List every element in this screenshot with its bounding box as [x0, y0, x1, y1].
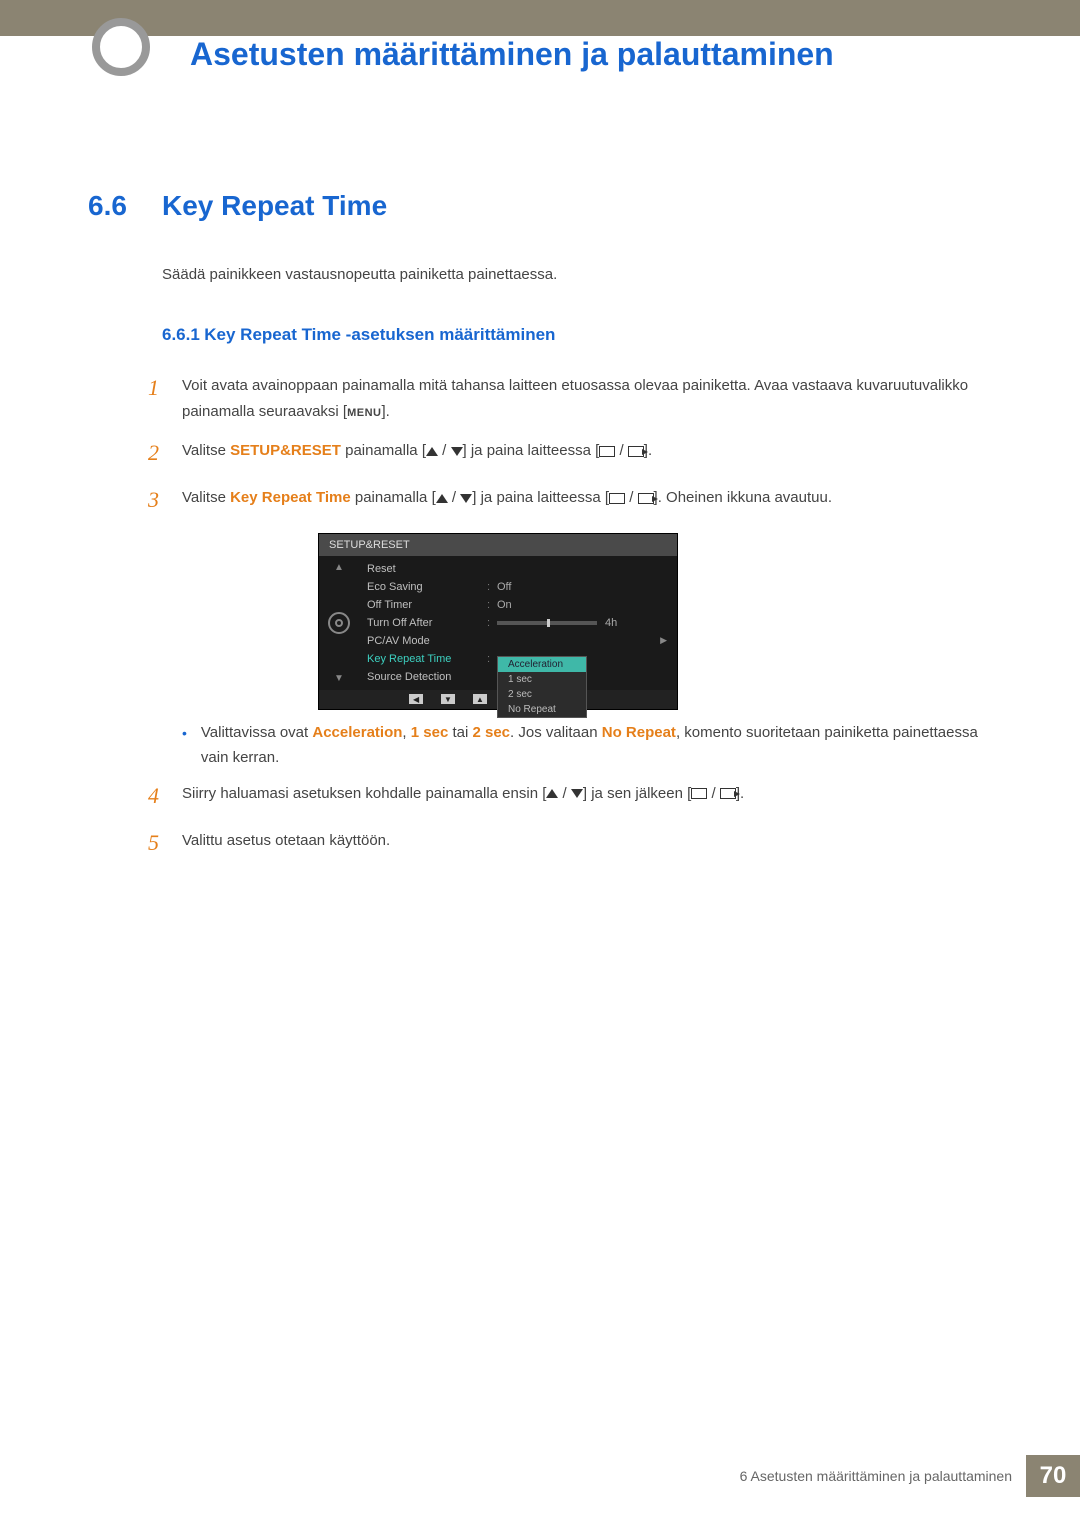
- osd-label: Turn Off After: [367, 617, 487, 629]
- osd-rows: Reset Eco Saving: Off Off Timer: On Turn…: [359, 556, 677, 690]
- osd-dd-acceleration: Acceleration: [498, 657, 586, 672]
- step-number: 4: [148, 777, 182, 814]
- menu-label: MENU: [347, 407, 381, 419]
- subsection-heading: 6.6.1 Key Repeat Time -asetuksen määritt…: [162, 325, 998, 345]
- chapter-badge: [92, 18, 150, 76]
- bullet-icon: •: [182, 722, 187, 746]
- step-text: ] ja paina laitteessa [: [463, 442, 600, 459]
- osd-label: Eco Saving: [367, 581, 487, 593]
- osd-label: Off Timer: [367, 599, 487, 611]
- bullet-note: • Valittavissa ovat Acceleration, 1 sec …: [182, 720, 998, 771]
- step-text: painamalla [: [341, 442, 426, 459]
- osd-side: ▲ ▼: [319, 556, 359, 690]
- chevron-right-icon: ▶: [657, 635, 667, 646]
- rect-icon: [609, 493, 625, 504]
- step-4: 4 Siirry haluamasi asetuksen kohdalle pa…: [148, 781, 998, 814]
- osd-label: Key Repeat Time: [367, 653, 487, 665]
- step-text: Valitse: [182, 442, 230, 459]
- step-number: 3: [148, 481, 182, 518]
- nav-left-icon: ◀: [409, 694, 423, 704]
- osd-value: Off: [497, 581, 667, 593]
- osd-label: Reset: [367, 563, 487, 575]
- slider-icon: [497, 621, 597, 625]
- step-text: ].: [381, 403, 389, 420]
- step-number: 2: [148, 434, 182, 471]
- nav-up-icon: ▲: [473, 694, 487, 704]
- triangle-up-icon: [546, 789, 558, 798]
- step-text: Valitse: [182, 489, 230, 506]
- footer-text: 6 Asetusten määrittäminen ja palauttamin…: [740, 1468, 1012, 1484]
- triangle-down-icon: [571, 789, 583, 798]
- step-text: Valittu asetus otetaan käyttöön.: [182, 828, 998, 854]
- page-title: Asetusten määrittäminen ja palauttaminen: [190, 36, 834, 73]
- rect-arrow-icon: [638, 493, 654, 504]
- osd-dd-1sec: 1 sec: [498, 672, 586, 687]
- osd-value: 4h: [497, 617, 667, 629]
- subsection-number: 6.6.1: [162, 325, 200, 344]
- section-number: 6.6: [88, 190, 162, 222]
- section-heading: 6.6 Key Repeat Time: [88, 190, 998, 222]
- step-2: 2 Valitse SETUP&RESET painamalla [ / ] j…: [148, 438, 998, 471]
- steps-list: 1 Voit avata avainoppaan painamalla mitä…: [148, 373, 998, 862]
- step-3: 3 Valitse Key Repeat Time painamalla [ /…: [148, 485, 998, 518]
- chevron-up-icon: ▲: [334, 562, 344, 573]
- keyword: 1 sec: [411, 724, 449, 741]
- gear-icon: [328, 612, 350, 634]
- intro-text: Säädä painikkeen vastausnopeutta painike…: [162, 266, 998, 283]
- rect-arrow-icon: [628, 446, 644, 457]
- footer: 6 Asetusten määrittäminen ja palauttamin…: [740, 1455, 1080, 1497]
- osd-dd-norepeat: No Repeat: [498, 702, 586, 717]
- content: 6.6 Key Repeat Time Säädä painikkeen vas…: [88, 190, 998, 876]
- step-number: 5: [148, 824, 182, 861]
- osd-row-offtimer: Off Timer: On: [359, 596, 677, 614]
- osd-label: Source Detection: [367, 671, 487, 683]
- step-text: ] ja sen jälkeen [: [583, 785, 691, 802]
- bullet-text: tai: [448, 724, 472, 741]
- chevron-down-icon: ▼: [334, 673, 344, 684]
- subsection-title: Key Repeat Time -asetuksen määrittäminen: [204, 325, 555, 344]
- bullet-text: . Jos valitaan: [510, 724, 602, 741]
- osd-label: PC/AV Mode: [367, 635, 487, 647]
- rect-arrow-icon: [720, 788, 736, 799]
- step-text: ]. Oheinen ikkuna avautuu.: [654, 489, 832, 506]
- osd-value: On: [497, 599, 667, 611]
- step-text: Siirry haluamasi asetuksen kohdalle pain…: [182, 785, 546, 802]
- bullet-text: ,: [402, 724, 410, 741]
- top-bar: [0, 0, 1080, 36]
- keyword: No Repeat: [602, 724, 676, 741]
- triangle-down-icon: [451, 447, 463, 456]
- rect-icon: [599, 446, 615, 457]
- keyword: Acceleration: [312, 724, 402, 741]
- osd-dropdown: Acceleration 1 sec 2 sec No Repeat: [497, 656, 587, 718]
- step-5: 5 Valittu asetus otetaan käyttöön.: [148, 828, 998, 861]
- osd-row-turnoff: Turn Off After: 4h: [359, 614, 677, 632]
- section-title: Key Repeat Time: [162, 190, 387, 222]
- triangle-up-icon: [426, 447, 438, 456]
- osd-row-reset: Reset: [359, 560, 677, 578]
- step-text: painamalla [: [351, 489, 436, 506]
- step-text: Voit avata avainoppaan painamalla mitä t…: [182, 377, 968, 420]
- triangle-up-icon: [436, 494, 448, 503]
- osd-dd-2sec: 2 sec: [498, 687, 586, 702]
- page-number: 70: [1026, 1455, 1080, 1497]
- osd-row-pcav: PC/AV Mode ▶: [359, 632, 677, 650]
- nav-down-icon: ▼: [441, 694, 455, 704]
- osd-header: SETUP&RESET: [319, 534, 677, 556]
- step-text: ] ja paina laitteessa [: [472, 489, 609, 506]
- rect-icon: [691, 788, 707, 799]
- keyword: 2 sec: [472, 724, 510, 741]
- bullet-text: Valittavissa ovat: [201, 724, 312, 741]
- osd-slider-value: 4h: [605, 617, 617, 629]
- step-1: 1 Voit avata avainoppaan painamalla mitä…: [148, 373, 998, 424]
- keyword: SETUP&RESET: [230, 442, 341, 459]
- osd-row-eco: Eco Saving: Off: [359, 578, 677, 596]
- step-number: 1: [148, 369, 182, 406]
- osd-window: SETUP&RESET ▲ ▼ Reset Eco Saving: Off: [318, 533, 678, 710]
- keyword: Key Repeat Time: [230, 489, 351, 506]
- triangle-down-icon: [460, 494, 472, 503]
